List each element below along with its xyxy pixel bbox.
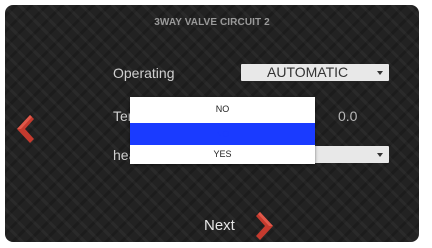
page-title: 3WAY VALVE CIRCUIT 2 [154,17,270,28]
operating-select-value: AUTOMATIC [267,64,349,80]
chevron-right-icon [256,212,273,240]
temperature-value: 0.0 [338,108,358,124]
dropdown-menu: NO NO YES [130,97,315,164]
chevron-left-icon[interactable] [13,113,35,145]
dropdown-option[interactable]: NO [130,98,315,120]
chevron-down-icon [377,153,383,157]
screen: 3WAY VALVE CIRCUIT 2 Operating AUTOMATIC… [0,0,432,248]
dropdown-option-selected[interactable]: NO [130,123,315,145]
operating-label: Operating [113,65,175,81]
dropdown-option[interactable]: YES [130,143,315,165]
chevron-down-icon [377,71,383,75]
main-panel: 3WAY VALVE CIRCUIT 2 Operating AUTOMATIC… [5,5,419,242]
next-label: Next [204,217,235,234]
operating-select[interactable]: AUTOMATIC [241,64,389,81]
